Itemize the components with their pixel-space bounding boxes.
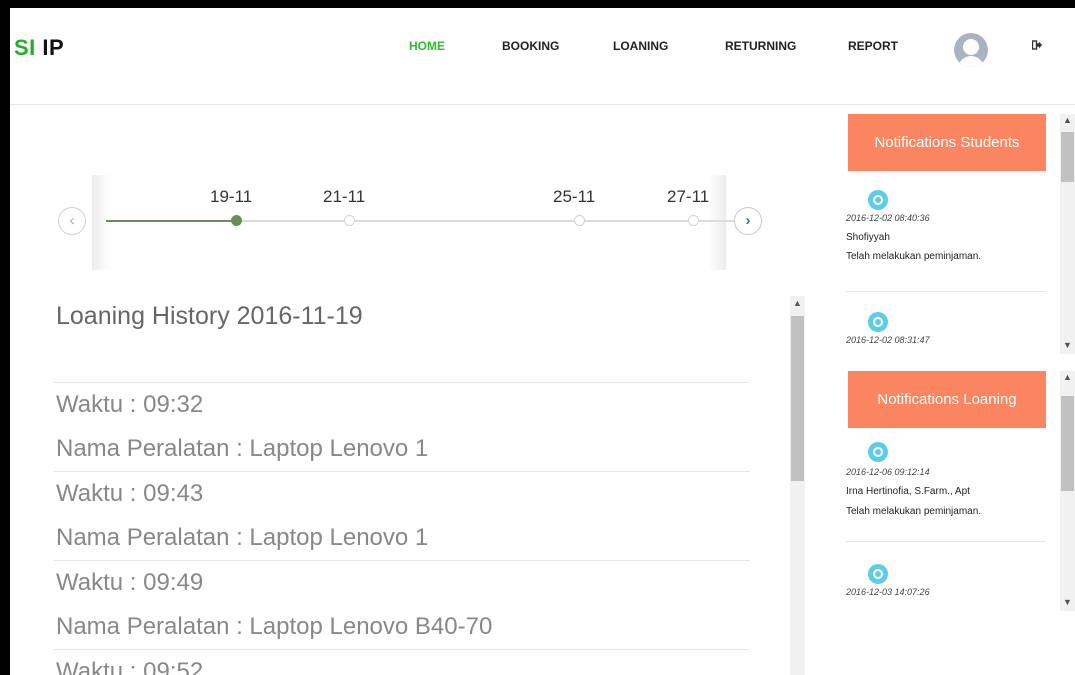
notification-message: Telah melakukan peminjaman. xyxy=(846,506,982,517)
notification-time: 2016-12-06 09:12:14 xyxy=(846,467,930,477)
record-waktu: Waktu : 09:49 xyxy=(56,569,204,596)
record-waktu: Waktu : 09:52 xyxy=(56,658,204,675)
students-scroll-thumb[interactable] xyxy=(1061,132,1074,182)
timeline-date-21-11[interactable]: 21-11 xyxy=(323,187,365,207)
timeline-dot-27-11[interactable] xyxy=(688,215,699,226)
notifications-students-panel: Notifications Students 2016-12-02 08:40:… xyxy=(846,114,1075,354)
notification-time: 2016-12-02 08:40:36 xyxy=(846,213,930,223)
history-title: Loaning History 2016-11-19 xyxy=(56,302,363,330)
notification-time: 2016-12-03 14:07:26 xyxy=(846,587,930,597)
history-record: Waktu : 09:43 Nama Peralatan : Laptop Le… xyxy=(54,471,750,560)
history-scroll-up-arrow[interactable]: ▲ xyxy=(790,298,805,308)
clock-icon xyxy=(868,190,888,210)
nav-booking[interactable]: BOOKING xyxy=(502,39,559,53)
loaning-scroll-down-arrow[interactable]: ▼ xyxy=(1060,597,1075,607)
timeline-next-button[interactable]: › xyxy=(734,207,762,235)
notification-divider xyxy=(846,291,1046,292)
notification-divider xyxy=(846,541,1046,542)
students-scroll-up-arrow[interactable]: ▲ xyxy=(1060,115,1075,125)
notification-message: Telah melakukan peminjaman. xyxy=(846,251,982,262)
timeline-progress xyxy=(106,220,237,222)
record-nama-peralatan: Nama Peralatan : Laptop Lenovo 1 xyxy=(56,524,429,551)
timeline-date-19-11[interactable]: 19-11 xyxy=(210,187,252,207)
nav-returning[interactable]: RETURNING xyxy=(725,39,796,53)
timeline-dot-19-11[interactable] xyxy=(231,215,242,226)
timeline-fade-right xyxy=(708,175,726,270)
avatar-head xyxy=(963,39,979,55)
top-navbar: SI IP HOME BOOKING LOANING RETURNING REP… xyxy=(10,8,1075,105)
avatar-body xyxy=(958,56,984,67)
date-timeline: ‹ › 19-11 21-11 25-11 27-11 xyxy=(54,173,764,273)
notifications-loaning-header: Notifications Loaning xyxy=(848,371,1046,428)
user-avatar-icon[interactable] xyxy=(954,33,988,67)
loaning-scrollbar[interactable]: ▲ ▼ xyxy=(1060,371,1075,611)
nav-loaning[interactable]: LOANING xyxy=(613,39,668,53)
record-nama-peralatan: Nama Peralatan : Laptop Lenovo 1 xyxy=(56,435,429,462)
history-scrollbar[interactable]: ▲ xyxy=(790,296,805,675)
clock-icon xyxy=(868,312,888,332)
logout-icon[interactable] xyxy=(1031,38,1042,53)
notifications-students-header: Notifications Students xyxy=(848,114,1046,171)
history-record: Waktu : 09:52 xyxy=(54,649,750,675)
brand-logo[interactable]: SI IP xyxy=(14,35,64,61)
history-record: Waktu : 09:49 Nama Peralatan : Laptop Le… xyxy=(54,560,750,649)
record-waktu: Waktu : 09:43 xyxy=(56,480,204,507)
logout-icon-glyph xyxy=(1031,40,1042,50)
clock-icon xyxy=(868,564,888,584)
timeline-dot-25-11[interactable] xyxy=(574,215,585,226)
nav-home[interactable]: HOME xyxy=(409,39,445,53)
brand-logo-part1: SI xyxy=(14,35,36,60)
notification-time: 2016-12-02 08:31:47 xyxy=(846,335,930,345)
students-scrollbar[interactable]: ▲ ▼ xyxy=(1060,114,1075,354)
record-nama-peralatan: Nama Peralatan : Laptop Lenovo B40-70 xyxy=(56,613,493,640)
app-page: SI IP HOME BOOKING LOANING RETURNING REP… xyxy=(10,8,1075,675)
loaning-scroll-thumb[interactable] xyxy=(1061,396,1074,491)
timeline-prev-button[interactable]: ‹ xyxy=(58,207,86,235)
timeline-date-27-11[interactable]: 27-11 xyxy=(667,187,709,207)
history-scroll-thumb[interactable] xyxy=(791,316,804,481)
nav-report[interactable]: REPORT xyxy=(848,39,898,53)
clock-icon xyxy=(868,442,888,462)
timeline-dot-21-11[interactable] xyxy=(344,215,355,226)
students-scroll-down-arrow[interactable]: ▼ xyxy=(1060,340,1075,350)
loaning-history-panel: Loaning History 2016-11-19 Waktu : 09:32… xyxy=(54,298,806,675)
timeline-date-25-11[interactable]: 25-11 xyxy=(553,187,595,207)
history-records: Waktu : 09:32 Nama Peralatan : Laptop Le… xyxy=(54,382,750,675)
notifications-loaning-panel: Notifications Loaning 2016-12-06 09:12:1… xyxy=(846,371,1075,611)
loaning-scroll-up-arrow[interactable]: ▲ xyxy=(1060,372,1075,382)
history-record: Waktu : 09:32 Nama Peralatan : Laptop Le… xyxy=(54,382,750,471)
notification-name: Shofiyyah xyxy=(846,232,890,243)
notification-name: Irna Hertinofia, S.Farm., Apt xyxy=(846,486,970,497)
timeline-fade-left xyxy=(92,175,110,270)
brand-logo-part2: IP xyxy=(42,35,65,60)
record-waktu: Waktu : 09:32 xyxy=(56,391,204,418)
